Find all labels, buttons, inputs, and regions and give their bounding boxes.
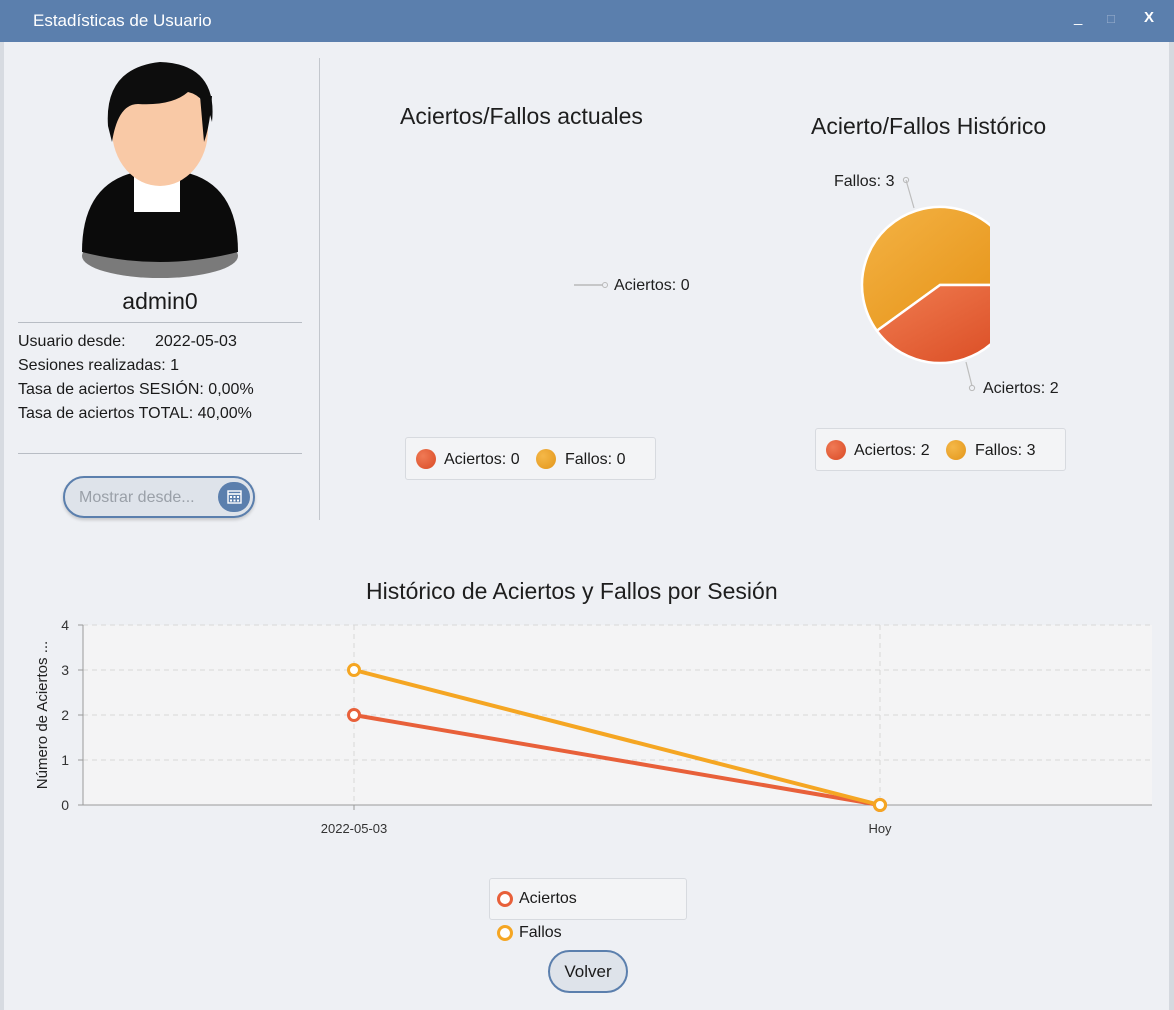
filter-divider xyxy=(18,453,302,454)
line-legend-aciertos: Aciertos xyxy=(519,890,577,907)
calendar-icon xyxy=(227,490,242,504)
user-since-label: Usuario desde: xyxy=(18,333,126,350)
history-pie-title: Acierto/Fallos Histórico xyxy=(811,113,1047,139)
data-point-aciertos xyxy=(347,708,361,722)
y-tick-label: 0 xyxy=(61,797,69,813)
profile-divider xyxy=(18,322,302,323)
window-titlebar: Estadísticas de Usuario _ □ X xyxy=(0,0,1174,42)
line-chart: 0 1 2 3 4 2022-05-03 Hoy Número de Aciertos ... xyxy=(34,617,1152,836)
current-pie-label: Aciertos: 0 xyxy=(614,277,690,294)
volver-button[interactable]: Volver xyxy=(548,950,628,993)
window-border-right xyxy=(1169,42,1174,1010)
username-label: admin0 xyxy=(122,288,198,314)
legend-fallos-swatch xyxy=(946,440,966,460)
calendar-button[interactable] xyxy=(218,482,250,512)
pie-leader-fallos xyxy=(905,179,915,209)
y-tick-label: 3 xyxy=(61,662,69,678)
pie-leader-aciertos xyxy=(965,361,973,387)
window-border-left xyxy=(0,42,4,1010)
legend-aciertos-swatch xyxy=(826,440,846,460)
user-since-value: 2022-05-03 xyxy=(155,333,237,350)
legend-fallos-swatch xyxy=(536,449,556,469)
line-chart-title: Histórico de Aciertos y Fallos por Sesió… xyxy=(366,578,778,604)
close-button[interactable]: X xyxy=(1144,9,1154,26)
data-point-fallos xyxy=(347,663,361,677)
pie-label-aciertos: Aciertos: 2 xyxy=(983,380,1059,397)
legend-fallos-marker xyxy=(497,925,513,941)
y-tick-label: 4 xyxy=(61,617,69,633)
total-success-rate: Tasa de aciertos TOTAL: 40,00% xyxy=(18,405,252,422)
current-pie-leader-line xyxy=(574,282,608,288)
current-chart-legend: Aciertos: 0 Fallos: 0 xyxy=(405,437,656,480)
y-tick-label: 2 xyxy=(61,707,69,723)
legend-aciertos-label: Aciertos: 2 xyxy=(854,442,930,459)
avatar-icon xyxy=(82,62,238,278)
sessions-count: Sesiones realizadas: 1 xyxy=(18,357,179,374)
legend-aciertos-swatch xyxy=(416,449,436,469)
legend-fallos-label: Fallos: 3 xyxy=(975,442,1036,459)
maximize-button[interactable]: □ xyxy=(1107,11,1115,26)
y-axis-label: Número de Aciertos ... xyxy=(34,641,51,789)
history-pie-legend: Aciertos: 2 Fallos: 3 xyxy=(815,428,1066,471)
line-legend-fallos: Fallos xyxy=(519,924,562,941)
data-point-fallos xyxy=(873,798,887,812)
date-input[interactable]: Mostrar desde... xyxy=(79,489,195,507)
window-title: Estadísticas de Usuario xyxy=(33,11,212,30)
session-success-rate: Tasa de aciertos SESIÓN: 0,00% xyxy=(18,381,254,398)
history-pie-svg xyxy=(860,176,990,392)
y-tick-label: 1 xyxy=(61,752,69,768)
legend-aciertos-marker xyxy=(497,891,513,907)
legend-fallos-label: Fallos: 0 xyxy=(565,451,626,468)
minimize-button[interactable]: _ xyxy=(1074,9,1082,26)
x-tick-label: Hoy xyxy=(868,821,892,836)
x-tick-label: 2022-05-03 xyxy=(321,821,388,836)
current-chart-title: Aciertos/Fallos actuales xyxy=(400,103,643,129)
date-picker[interactable]: Mostrar desde... xyxy=(63,476,255,518)
legend-aciertos-label: Aciertos: 0 xyxy=(444,451,520,468)
panel-separator xyxy=(319,58,320,520)
